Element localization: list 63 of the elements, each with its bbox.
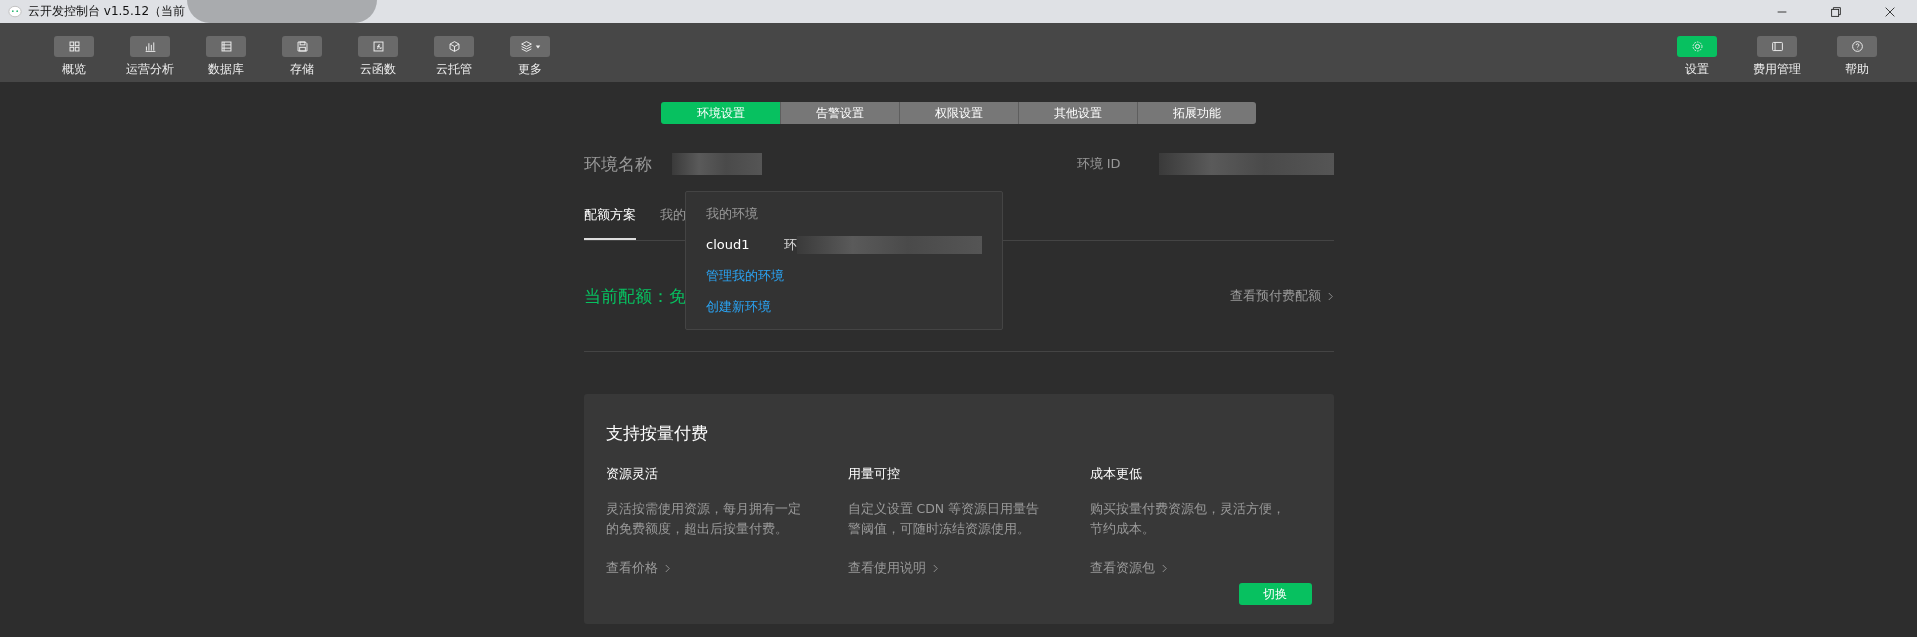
cube-icon xyxy=(447,40,461,53)
env-id-label: 环境 ID xyxy=(1076,155,1121,173)
toolbar-label: 存储 xyxy=(290,61,314,78)
bar-chart-icon xyxy=(143,40,157,53)
tab[interactable]: 环境设置 xyxy=(661,102,780,124)
table-icon xyxy=(219,40,233,53)
toolbar-button[interactable] xyxy=(1757,36,1797,57)
toolbar-label: 云函数 xyxy=(360,61,396,78)
toolbar-button[interactable] xyxy=(510,36,550,57)
grid-icon xyxy=(67,40,81,53)
menu-header: 我的环境 xyxy=(706,204,759,223)
toolbar-button[interactable] xyxy=(206,36,246,57)
toolbar-button[interactable] xyxy=(282,36,322,57)
tab[interactable]: 告警设置 xyxy=(780,102,899,124)
tab[interactable]: 配额方案 xyxy=(583,196,636,240)
tab[interactable]: 其他设置 xyxy=(1018,102,1137,124)
toolbar-label: 更多 xyxy=(518,61,542,78)
restore-icon[interactable] xyxy=(1829,4,1843,19)
toolbar-label: 概览 xyxy=(62,61,86,78)
current-quota: 当前配额：免 xyxy=(583,284,686,308)
toolbar-label: 帮助 xyxy=(1845,61,1869,78)
card-icon xyxy=(1770,40,1784,53)
switch-button[interactable]: 切换 xyxy=(1238,583,1312,605)
chevron-icon xyxy=(1326,290,1334,302)
env-id-text: 环 xyxy=(784,235,797,254)
save-icon xyxy=(295,40,309,53)
layers-icon xyxy=(519,40,533,53)
feature-link[interactable]: 查看资源包 xyxy=(1089,559,1312,577)
chevron-icon xyxy=(1160,562,1168,574)
menu-link[interactable]: 管理我的环境 xyxy=(706,260,982,292)
prepaid-quota-link[interactable]: 查看预付费配额 xyxy=(1229,287,1334,305)
env-name-label: 环境名称 xyxy=(583,152,652,176)
feature-link[interactable]: 查看使用说明 xyxy=(847,559,1070,577)
feature-description: 自定义设置 CDN 等资源日用量告警阈值，可随时冻结资源使用。 xyxy=(847,500,1041,538)
help-icon xyxy=(1850,40,1864,53)
window-title: 云开发控制台 v1.5.12（当前 xyxy=(28,3,186,20)
feature-link[interactable]: 查看价格 xyxy=(605,559,828,577)
card-title: 支持按量付费 xyxy=(605,422,709,445)
toolbar-label: 云托管 xyxy=(436,61,472,78)
feature-title: 成本更低 xyxy=(1089,465,1143,483)
gear-icon xyxy=(1690,40,1704,53)
menu-link[interactable]: 创建新环境 xyxy=(706,291,982,323)
toolbar-label: 设置 xyxy=(1685,61,1709,78)
formula-icon xyxy=(371,40,385,53)
chevron-icon xyxy=(931,562,939,574)
caret-icon xyxy=(534,43,541,50)
toolbar-button[interactable] xyxy=(434,36,474,57)
feature-description: 购买按量付费资源包，灵活方便，节约成本。 xyxy=(1089,500,1286,538)
feature-title: 用量可控 xyxy=(847,465,901,483)
toolbar-button[interactable] xyxy=(54,36,94,57)
toolbar-label: 数据库 xyxy=(208,61,244,78)
chevron-icon xyxy=(663,562,671,574)
tab[interactable]: 权限设置 xyxy=(899,102,1018,124)
toolbar-label: 运营分析 xyxy=(126,61,174,78)
toolbar-label: 费用管理 xyxy=(1753,61,1801,78)
tab[interactable]: 我的 xyxy=(659,196,686,240)
toolbar-button[interactable] xyxy=(130,36,170,57)
chat-bubble-icon xyxy=(8,4,22,19)
tab[interactable]: 拓展功能 xyxy=(1137,102,1256,124)
toolbar-button[interactable] xyxy=(358,36,398,57)
feature-title: 资源灵活 xyxy=(605,465,659,483)
menu-item[interactable]: cloud1 xyxy=(706,237,784,253)
toolbar-button[interactable] xyxy=(1837,36,1877,57)
